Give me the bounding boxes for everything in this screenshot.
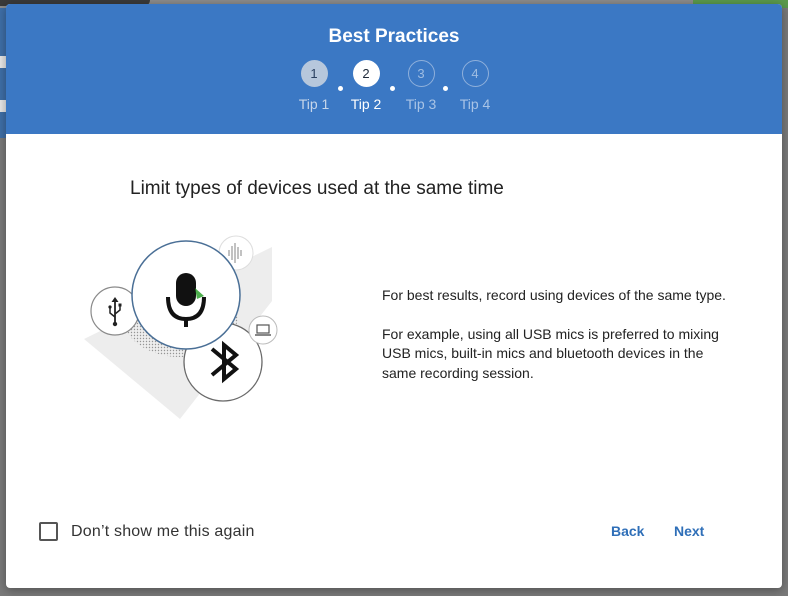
step-tip-3[interactable]: 3 Tip 3 bbox=[391, 60, 451, 112]
step-number: 4 bbox=[461, 60, 489, 87]
back-button[interactable]: Back bbox=[611, 523, 644, 539]
step-number: 1 bbox=[300, 60, 328, 87]
dialog-header: Best Practices 1 Tip 1 2 Tip 2 3 Tip 3 4… bbox=[6, 4, 782, 134]
step-label: Tip 3 bbox=[405, 96, 437, 112]
step-tip-2[interactable]: 2 Tip 2 bbox=[336, 60, 396, 112]
tip-description: For best results, record using devices o… bbox=[382, 286, 732, 383]
best-practices-dialog: Best Practices 1 Tip 1 2 Tip 2 3 Tip 3 4… bbox=[6, 4, 782, 588]
next-button[interactable]: Next bbox=[674, 523, 704, 539]
laptop-icon bbox=[248, 315, 278, 345]
devices-illustration bbox=[84, 235, 278, 419]
dont-show-again-checkbox[interactable] bbox=[39, 522, 58, 541]
step-label: Tip 4 bbox=[459, 96, 491, 112]
step-number: 2 bbox=[352, 60, 380, 87]
tip-paragraph: For example, using all USB mics is prefe… bbox=[382, 325, 719, 381]
dialog-title: Best Practices bbox=[328, 26, 460, 47]
dont-show-again-label[interactable]: Don’t show me this again bbox=[71, 523, 255, 541]
step-label: Tip 2 bbox=[350, 96, 382, 112]
microphone-icon bbox=[131, 240, 241, 350]
tip-heading: Limit types of devices used at the same … bbox=[130, 178, 504, 199]
step-tip-1[interactable]: 1 Tip 1 bbox=[284, 60, 344, 112]
step-label: Tip 1 bbox=[298, 96, 330, 112]
tip-paragraph: For best results, record using devices o… bbox=[382, 287, 726, 303]
step-tip-4[interactable]: 4 Tip 4 bbox=[445, 60, 505, 112]
step-number: 3 bbox=[407, 60, 435, 87]
dont-show-again-row[interactable]: Don’t show me this again bbox=[39, 522, 255, 541]
